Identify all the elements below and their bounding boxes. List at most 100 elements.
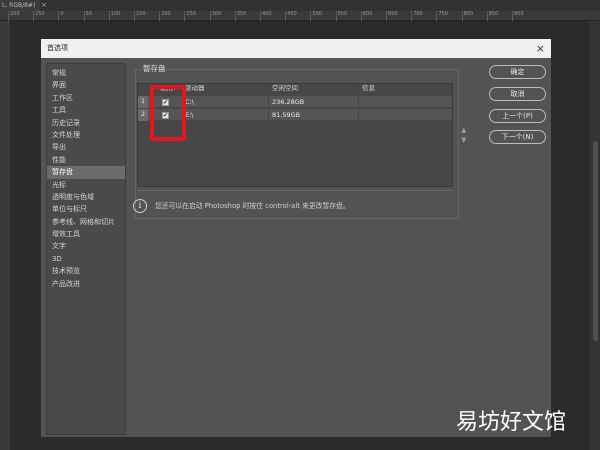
highlight-annotation xyxy=(150,85,186,141)
ruler-tick-line xyxy=(260,11,261,21)
ruler-tick-line xyxy=(33,11,35,21)
ruler-tick-line xyxy=(285,11,287,21)
ruler-tick-label: 400 xyxy=(262,11,272,17)
cell-divider xyxy=(358,109,359,121)
nav-item[interactable]: 导出 xyxy=(47,141,125,153)
header-divider xyxy=(358,84,359,93)
nav-item[interactable]: 3D xyxy=(47,253,125,265)
ok-button[interactable]: 确定 xyxy=(489,65,546,79)
info-icon: i xyxy=(133,199,147,213)
ruler-tick-line xyxy=(8,11,9,21)
ruler-tick-label: 50 xyxy=(85,11,92,17)
vertical-ruler xyxy=(0,21,10,450)
ruler-tick-line xyxy=(411,11,413,21)
nav-item[interactable]: 参考线、网格和切片 xyxy=(47,216,125,228)
panel-title: 暂存盘 xyxy=(143,64,166,73)
ruler-tick-line xyxy=(134,11,135,21)
ruler-tick-label: 750 xyxy=(438,11,448,17)
ruler-tick-label: 150 xyxy=(136,11,146,17)
divider xyxy=(137,190,453,191)
ruler-tick-line xyxy=(209,11,211,21)
drive-cell: C:\ xyxy=(185,98,194,106)
close-icon[interactable]: × xyxy=(536,39,545,58)
nav-item[interactable]: 单位与标尺 xyxy=(47,203,125,215)
ruler-tick-label: 450 xyxy=(287,11,297,17)
document-tab-close-icon[interactable]: × xyxy=(41,0,47,10)
ruler-tick-label: 600 xyxy=(362,11,373,17)
ruler-tick-label: 300 xyxy=(211,11,222,17)
ruler-tick-line xyxy=(108,11,110,21)
ruler-tick-line xyxy=(486,11,488,21)
free-space-cell: 236.28GB xyxy=(272,98,305,106)
ruler-tick-line xyxy=(184,11,186,21)
header-free-space: 空闲空间 xyxy=(272,84,298,92)
preferences-dialog: 首选项 × 常规 界面 工作区 工具 历史记录 文件处理 导出 性能 暂存盘 光标 透明度与色域 单位… xyxy=(40,38,552,438)
ruler-tick-line xyxy=(512,11,513,21)
header-divider xyxy=(268,84,269,93)
dialog-title: 首选项 xyxy=(47,44,68,52)
ruler-tick-label: 550 xyxy=(337,11,348,17)
ruler-tick-label: 800 xyxy=(463,11,474,17)
document-tab[interactable]: L, RGB/8#) xyxy=(0,0,40,11)
nav-item[interactable]: 工具 xyxy=(47,104,125,116)
reorder-arrows: ▲ ▼ xyxy=(461,125,466,145)
nav-item[interactable]: 透明度与色域 xyxy=(47,191,125,203)
nav-item[interactable]: 常规 xyxy=(47,67,125,79)
ruler-tick-label: 650 xyxy=(388,11,398,17)
nav-item[interactable]: 增效工具 xyxy=(47,228,125,240)
watermark: 易坊好文馆 xyxy=(456,410,567,435)
nav-item[interactable]: 产品改进 xyxy=(47,278,125,290)
nav-item[interactable]: 历史记录 xyxy=(47,117,125,129)
drive-cell: E:\ xyxy=(185,111,194,119)
nav-item[interactable]: 文件处理 xyxy=(47,129,125,141)
dialog-titlebar: 首选项 × xyxy=(41,39,551,58)
document-tab-strip: L, RGB/8#) × xyxy=(0,0,600,11)
ruler-tick-label: 850 xyxy=(488,11,499,17)
cancel-button[interactable]: 取消 xyxy=(489,87,546,101)
preferences-nav: 常规 界面 工作区 工具 历史记录 文件处理 导出 性能 暂存盘 光标 透明度与色域 单位与标尺 参考线… xyxy=(46,63,126,435)
nav-item[interactable]: 文字 xyxy=(47,240,125,252)
nav-item[interactable]: 性能 xyxy=(47,154,125,166)
ruler-tick-line xyxy=(386,11,387,21)
ruler-tick-label: 900 xyxy=(514,11,524,17)
ruler-tick-label: 500 xyxy=(312,11,322,17)
nav-item[interactable]: 暂存盘 xyxy=(47,166,125,179)
nav-item[interactable]: 技术预览 xyxy=(47,265,125,277)
nav-item[interactable]: 光标 xyxy=(47,179,125,191)
cell-divider xyxy=(268,96,269,108)
header-drive: 驱动器 xyxy=(185,84,205,92)
header-info: 信息 xyxy=(362,84,375,92)
ruler-tick-label: 0 xyxy=(60,11,64,17)
canvas-scroll-thumb[interactable] xyxy=(593,141,598,341)
cell-divider xyxy=(268,109,269,121)
ruler-tick-label: 100 xyxy=(110,11,121,17)
ruler-tick-line xyxy=(436,11,438,21)
ruler-tick-line xyxy=(335,11,337,21)
nav-item[interactable]: 界面 xyxy=(47,79,125,91)
ruler-tick-line xyxy=(234,11,236,21)
next-button[interactable]: 下一个(N) xyxy=(489,130,546,144)
ruler-tick-label: 200 xyxy=(161,11,171,17)
ruler-tick-label: 350 xyxy=(236,11,247,17)
row-number: 1 xyxy=(138,96,148,108)
ruler-tick-label: 250 xyxy=(186,11,196,17)
ruler-tick-line xyxy=(58,11,60,21)
ruler-tick-line xyxy=(83,11,85,21)
move-up-icon[interactable]: ▲ xyxy=(461,125,466,135)
canvas-scrollbar[interactable] xyxy=(590,21,600,450)
row-number: 2 xyxy=(138,109,148,121)
free-space-cell: 81.59GB xyxy=(272,111,301,119)
ruler-tick-line xyxy=(461,11,463,21)
ruler-tick-label: 200 xyxy=(10,11,20,17)
nav-item[interactable]: 工作区 xyxy=(47,92,125,104)
ruler-tick-label: 700 xyxy=(413,11,423,17)
ruler-tick-line xyxy=(310,11,312,21)
cell-divider xyxy=(358,96,359,108)
move-down-icon[interactable]: ▼ xyxy=(461,135,466,145)
prev-button[interactable]: 上一个(P) xyxy=(489,109,546,123)
ruler-tick-label: 250 xyxy=(35,11,45,17)
ruler-tick-line xyxy=(360,11,362,21)
info-text: 您还可以在启动 Photoshop 时按住 control-alt 来更改暂存盘… xyxy=(155,202,350,210)
ruler-tick-line xyxy=(159,11,161,21)
horizontal-ruler: 200 250 0 50 100 150 200 250 300 350 400 450 500 550 6… xyxy=(0,11,600,21)
